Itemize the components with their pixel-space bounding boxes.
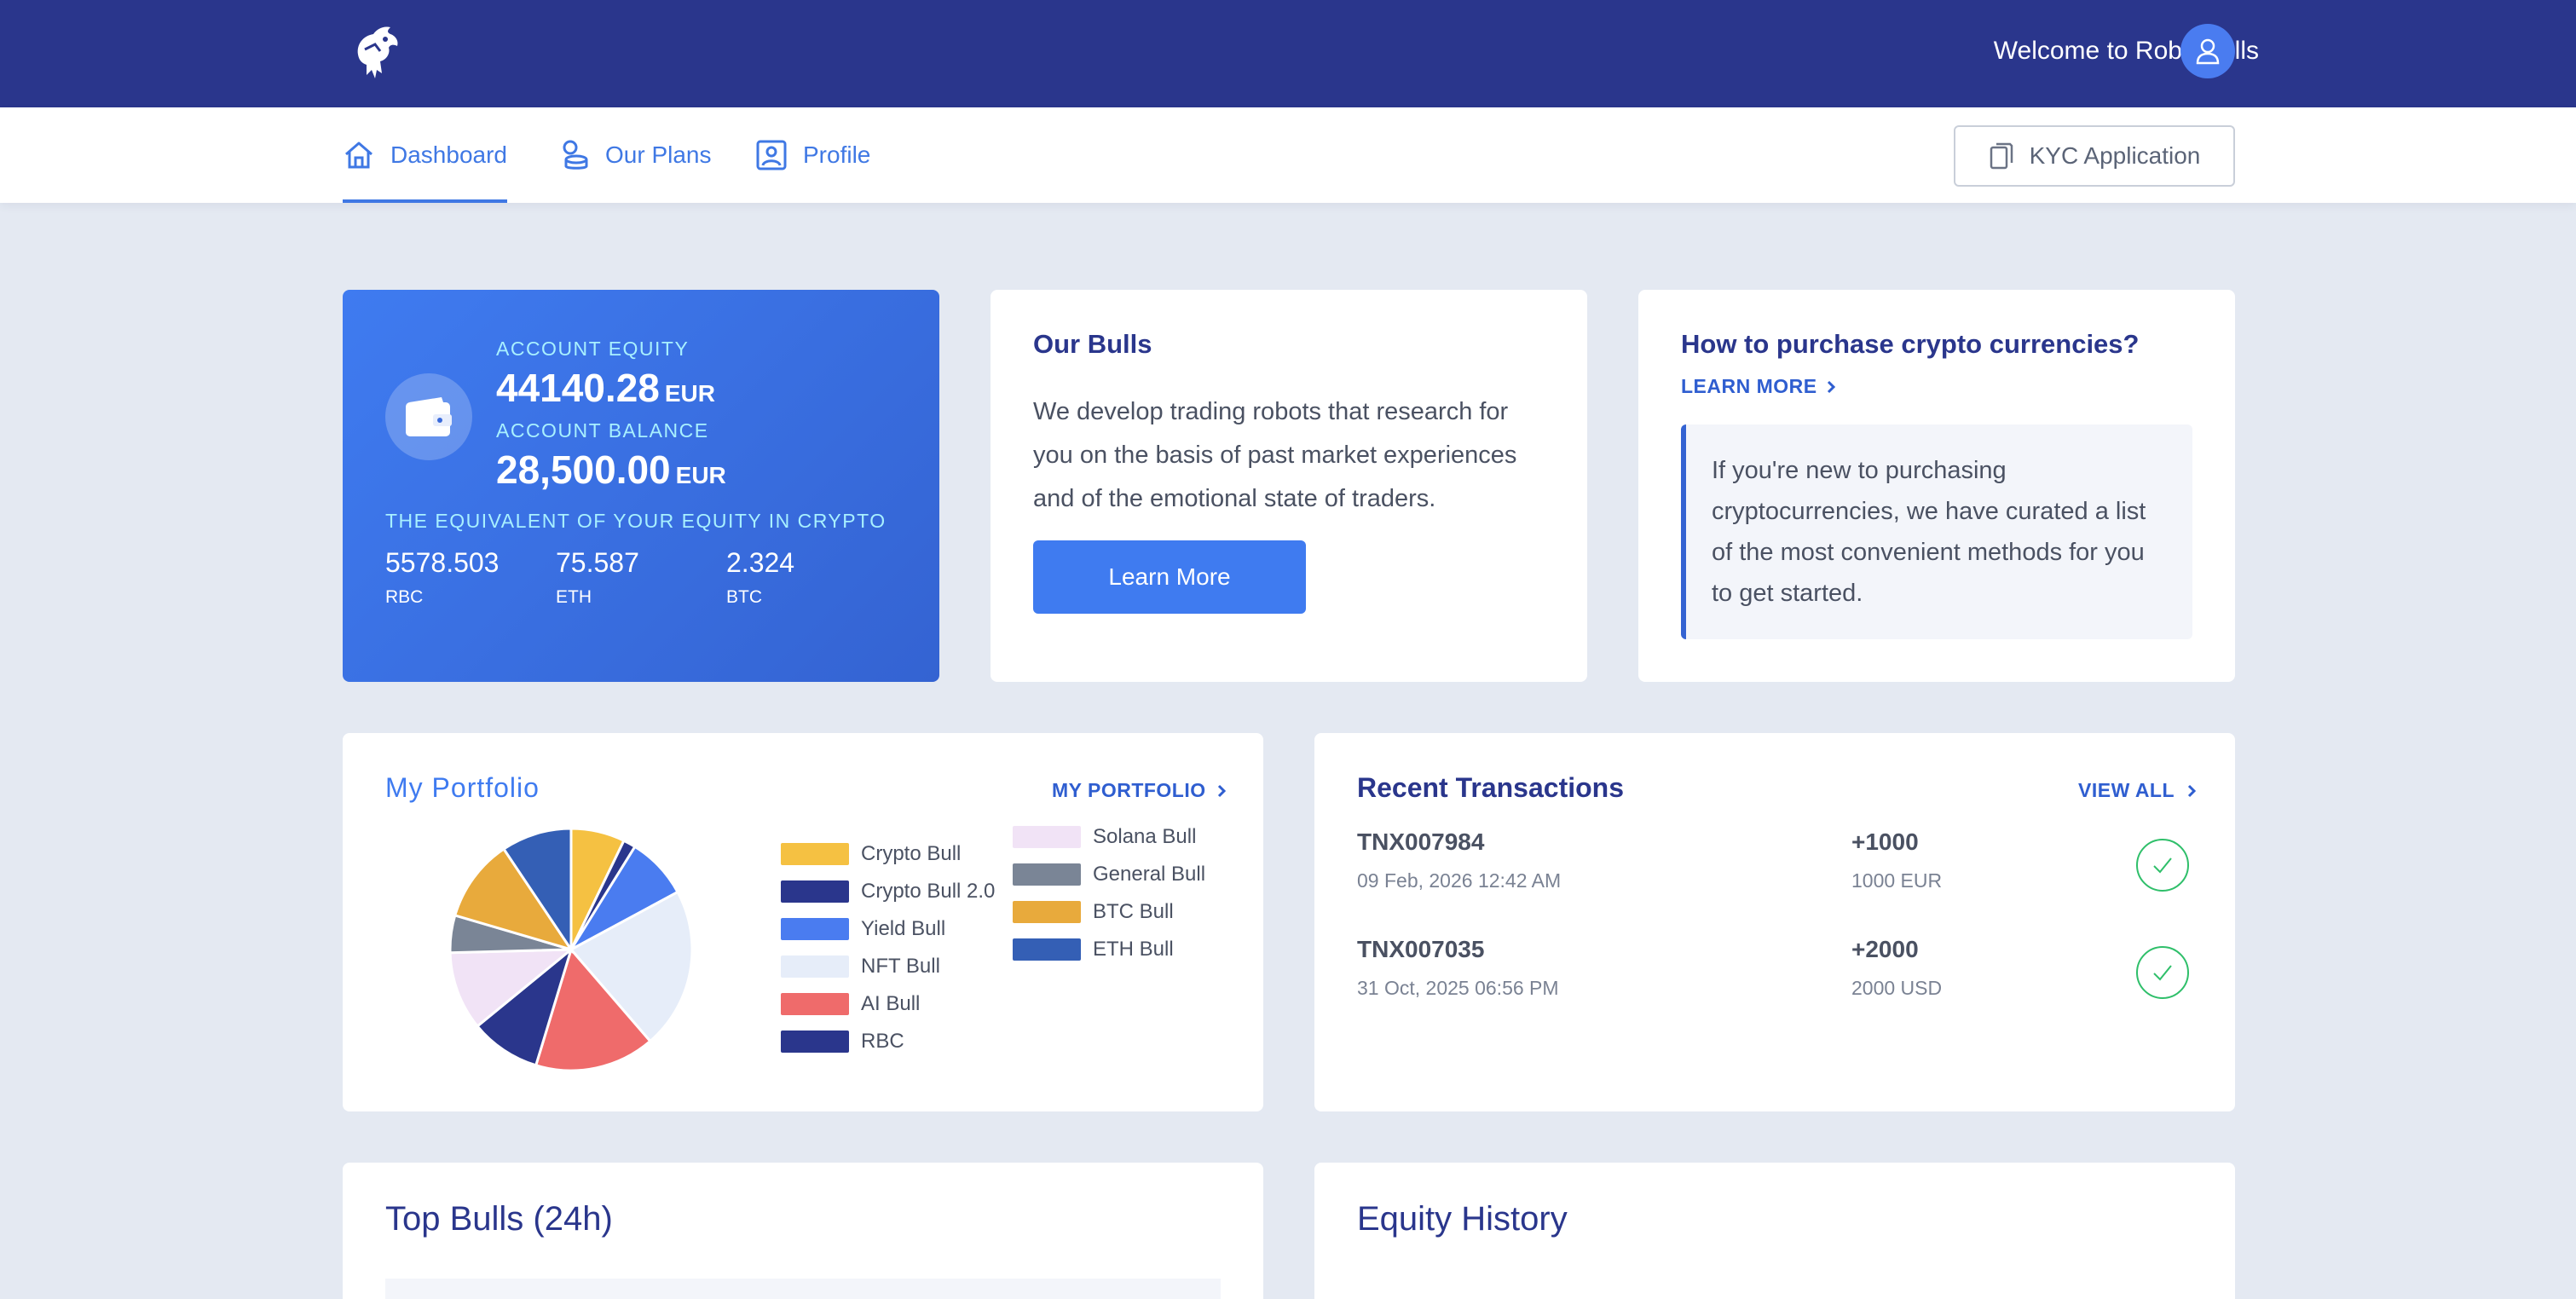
learn-more-link[interactable]: LEARN MORE	[1681, 375, 1836, 398]
crypto-symbol: BTC	[726, 587, 762, 607]
crypto-equivalent-label: THE EQUIVALENT OF YOUR EQUITY IN CRYPTO	[385, 510, 887, 532]
top-bulls-table-header	[385, 1279, 1221, 1299]
coins-icon	[563, 140, 588, 170]
transaction-row[interactable]: TNX007984 09 Feb, 2026 12:42 AM +1000 10…	[1357, 828, 2192, 922]
portfolio-title: My Portfolio	[385, 772, 540, 803]
my-portfolio-link[interactable]: MY PORTFOLIO	[1052, 779, 1227, 802]
legend-swatch	[1013, 901, 1081, 923]
check-circle-icon	[2136, 946, 2189, 999]
legend-label: Crypto Bull	[861, 842, 962, 865]
tab-our-plans-label: Our Plans	[605, 141, 712, 168]
top-bar: Welcome to RobotBulls	[0, 0, 2576, 107]
equity-value: 44140.28 EUR	[496, 366, 715, 410]
legend-label: General Bull	[1093, 863, 1206, 886]
how-to-purchase-card: How to purchase crypto currencies? LEARN…	[1638, 290, 2235, 682]
user-icon	[2196, 38, 2220, 65]
portfolio-pie-chart	[447, 825, 696, 1074]
crypto-btc: 2.324 BTC	[726, 547, 794, 608]
legend-label: AI Bull	[861, 992, 921, 1015]
crypto-symbol: ETH	[556, 587, 592, 607]
tab-dashboard[interactable]: Dashboard	[343, 107, 507, 203]
our-bulls-title: Our Bulls	[1033, 329, 1152, 359]
kyc-application-button[interactable]: KYC Application	[1954, 125, 2235, 187]
legend-swatch	[781, 993, 849, 1015]
account-equity-card: ACCOUNT EQUITY 44140.28 EUR ACCOUNT BALAN…	[343, 290, 939, 682]
legend-swatch	[1013, 863, 1081, 886]
equity-history-title: Equity History	[1357, 1200, 1568, 1238]
chevron-right-icon	[1827, 380, 1835, 393]
legend-label: RBC	[861, 1030, 904, 1053]
user-avatar-button[interactable]	[2180, 24, 2235, 78]
transaction-amount: +1000	[1851, 828, 1919, 855]
tab-profile[interactable]: Profile	[755, 107, 870, 203]
balance-unit: EUR	[675, 462, 726, 488]
my-portfolio-card: My Portfolio MY PORTFOLIO Crypto Bull Cry…	[343, 733, 1263, 1111]
crypto-value: 75.587	[556, 547, 639, 578]
legend-item[interactable]: NFT Bull	[781, 955, 940, 979]
how-to-purchase-title: How to purchase crypto currencies?	[1681, 329, 2140, 359]
legend-item[interactable]: Yield Bull	[781, 917, 945, 941]
user-card-icon	[756, 140, 787, 170]
transaction-currency-amount: 1000 EUR	[1851, 869, 1943, 892]
crypto-value: 5578.503	[385, 547, 500, 578]
legend-item[interactable]: RBC	[781, 1030, 904, 1054]
legend-label: NFT Bull	[861, 955, 940, 978]
legend-label: BTC Bull	[1093, 900, 1174, 923]
recent-transactions-card: Recent Transactions VIEW ALL TNX007984 0…	[1314, 733, 2235, 1111]
equity-history-card: Equity History	[1314, 1163, 2235, 1299]
legend-item[interactable]: Solana Bull	[1013, 825, 1196, 849]
legend-swatch	[781, 955, 849, 978]
legend-label: Solana Bull	[1093, 825, 1197, 848]
transaction-id: TNX007035	[1357, 936, 1485, 962]
crypto-value: 2.324	[726, 547, 795, 578]
check-circle-icon	[2136, 839, 2189, 892]
equity-unit: EUR	[664, 380, 715, 407]
kyc-label: KYC Application	[2029, 142, 2201, 169]
transaction-date: 31 Oct, 2025 06:56 PM	[1357, 977, 1559, 999]
legend-swatch	[781, 880, 849, 903]
legend-item[interactable]: BTC Bull	[1013, 900, 1174, 924]
legend-item[interactable]: AI Bull	[781, 992, 920, 1016]
balance-value: 28,500.00 EUR	[496, 447, 726, 492]
wallet-icon	[385, 373, 472, 460]
legend-label: ETH Bull	[1093, 938, 1174, 961]
our-bulls-text: We develop trading robots that research …	[1033, 398, 1517, 512]
transaction-row[interactable]: TNX007035 31 Oct, 2025 06:56 PM +2000 20…	[1357, 936, 2192, 1030]
legend-label: Crypto Bull 2.0	[861, 880, 996, 903]
legend-item[interactable]: ETH Bull	[1013, 938, 1174, 961]
home-icon	[345, 141, 373, 169]
transaction-amount: +2000	[1851, 936, 1919, 962]
transaction-date: 09 Feb, 2026 12:42 AM	[1357, 869, 1562, 892]
learn-more-button[interactable]: Learn More	[1033, 540, 1306, 614]
legend-swatch	[781, 843, 849, 865]
chevron-right-icon	[2187, 784, 2197, 797]
transaction-currency-amount: 2000 USD	[1851, 977, 1943, 999]
transaction-id: TNX007984	[1357, 828, 1485, 855]
how-to-purchase-quote: If you're new to purchasing cryptocurren…	[1681, 424, 2192, 639]
our-bulls-card: Our Bulls We develop trading robots that…	[991, 290, 1587, 682]
legend-label: Yield Bull	[861, 917, 946, 940]
equity-label: ACCOUNT EQUITY	[496, 338, 690, 360]
legend-swatch	[1013, 938, 1081, 961]
tab-our-plans[interactable]: Our Plans	[559, 107, 712, 203]
crypto-eth: 75.587 ETH	[556, 547, 639, 608]
robotbulls-logo[interactable]	[346, 20, 406, 82]
crypto-rbc: 5578.503 RBC	[385, 547, 499, 608]
documents-icon	[1990, 142, 2013, 170]
balance-label: ACCOUNT BALANCE	[496, 419, 709, 442]
legend-swatch	[781, 918, 849, 940]
top-bulls-title: Top Bulls (24h)	[385, 1200, 613, 1238]
legend-swatch	[1013, 826, 1081, 848]
top-bulls-card: Top Bulls (24h)	[343, 1163, 1263, 1299]
view-all-link[interactable]: VIEW ALL	[2078, 779, 2197, 802]
legend-item[interactable]: General Bull	[1013, 863, 1205, 886]
recent-transactions-title: Recent Transactions	[1357, 772, 1624, 803]
tab-profile-label: Profile	[803, 141, 871, 168]
legend-swatch	[781, 1031, 849, 1053]
tab-dashboard-label: Dashboard	[390, 141, 507, 168]
crypto-symbol: RBC	[385, 587, 424, 607]
chevron-right-icon	[1217, 784, 1226, 797]
legend-item[interactable]: Crypto Bull 2.0	[781, 880, 995, 904]
legend-item[interactable]: Crypto Bull	[781, 842, 961, 866]
